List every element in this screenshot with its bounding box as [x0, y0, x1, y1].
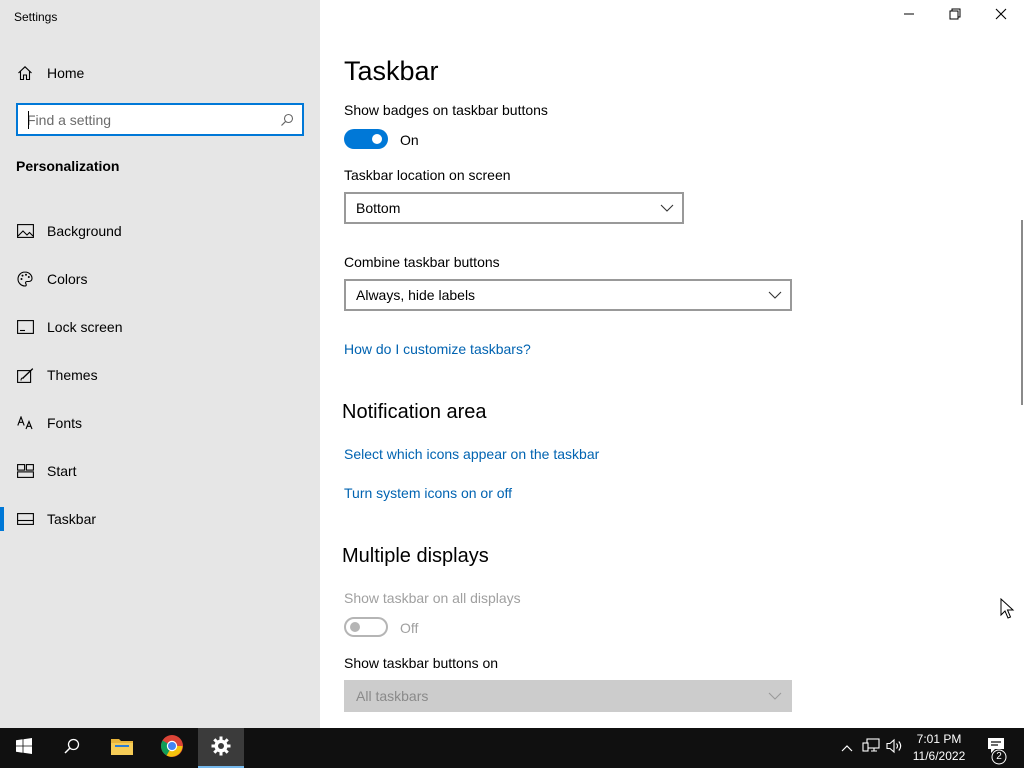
- speaker-icon: [886, 738, 904, 759]
- show-all-displays-toggle[interactable]: [344, 617, 388, 637]
- badges-label: Show badges on taskbar buttons: [344, 102, 548, 118]
- dropdown-value: Bottom: [356, 200, 401, 216]
- chrome-button[interactable]: [148, 728, 196, 768]
- clock-time: 7:01 PM: [916, 732, 962, 746]
- main-content: Taskbar Show badges on taskbar buttons O…: [320, 0, 1024, 728]
- toggle-knob: [372, 134, 382, 144]
- folder-icon: [110, 736, 134, 761]
- close-icon: [995, 7, 1007, 25]
- home-icon: [16, 64, 34, 82]
- text-caret: [28, 111, 29, 129]
- show-all-displays-label: Show taskbar on all displays: [344, 590, 521, 606]
- settings-window: Settings Home Personalization Background: [0, 0, 1024, 728]
- chrome-icon: [160, 734, 184, 763]
- sidebar-item-background[interactable]: Background: [0, 207, 320, 255]
- select-icons-link[interactable]: Select which icons appear on the taskbar: [344, 446, 599, 462]
- buttons-on-label: Show taskbar buttons on: [344, 655, 499, 671]
- volume-button[interactable]: [883, 728, 907, 768]
- settings-taskbar-button[interactable]: [198, 728, 244, 768]
- badges-toggle[interactable]: [344, 129, 388, 149]
- chevron-down-icon: [768, 687, 782, 705]
- dropdown-value: All taskbars: [356, 688, 429, 704]
- multiple-displays-heading: Multiple displays: [342, 545, 489, 567]
- gear-icon: [211, 736, 231, 761]
- system-icons-link[interactable]: Turn system icons on or off: [344, 485, 512, 501]
- palette-icon: [16, 270, 34, 288]
- sidebar-item-label: Home: [47, 65, 85, 81]
- sidebar-item-label: Taskbar: [47, 511, 97, 527]
- page-title: Taskbar: [344, 56, 439, 86]
- customize-taskbars-link[interactable]: How do I customize taskbars?: [344, 341, 531, 357]
- location-label: Taskbar location on screen: [344, 167, 511, 183]
- sidebar-item-label: Start: [47, 463, 77, 479]
- sidebar-item-colors[interactable]: Colors: [0, 255, 320, 303]
- toggle-knob: [350, 622, 360, 632]
- windows-logo-icon: [16, 737, 32, 759]
- app-title: Settings: [14, 10, 58, 24]
- show-all-displays-state: Off: [400, 620, 419, 636]
- combine-label: Combine taskbar buttons: [344, 254, 500, 270]
- show-hidden-icons-button[interactable]: [835, 728, 859, 768]
- network-icon: [862, 737, 880, 759]
- badges-toggle-state: On: [400, 132, 419, 148]
- scrollbar[interactable]: [1021, 220, 1023, 405]
- sidebar-item-lock-screen[interactable]: Lock screen: [0, 303, 320, 351]
- fonts-icon: [16, 414, 34, 432]
- notification-area-heading: Notification area: [342, 401, 487, 423]
- lock-screen-icon: [16, 318, 34, 336]
- start-button[interactable]: [0, 728, 48, 768]
- search-icon: [64, 738, 80, 759]
- sidebar-item-label: Background: [47, 223, 122, 239]
- minimize-icon: [903, 7, 915, 25]
- sidebar-item-start[interactable]: Start: [0, 447, 320, 495]
- notification-count: 2: [996, 751, 1002, 762]
- taskbar: 7:01 PM 11/6/2022: [0, 728, 1024, 768]
- chevron-down-icon: [768, 286, 782, 304]
- buttons-on-dropdown[interactable]: All taskbars: [344, 680, 792, 712]
- minimize-button[interactable]: [886, 0, 932, 32]
- picture-icon: [16, 222, 34, 240]
- sidebar-item-label: Lock screen: [47, 319, 123, 335]
- sidebar-item-label: Colors: [47, 271, 88, 287]
- search-input[interactable]: [18, 105, 272, 134]
- sidebar-item-fonts[interactable]: Fonts: [0, 399, 320, 447]
- clock-date: 11/6/2022: [912, 749, 966, 763]
- dropdown-value: Always, hide labels: [356, 287, 476, 303]
- taskbar-clock[interactable]: 7:01 PM 11/6/2022: [906, 731, 972, 765]
- brush-icon: [16, 366, 34, 384]
- search-icon[interactable]: [272, 113, 302, 127]
- close-button[interactable]: [978, 0, 1024, 32]
- sidebar: Settings Home Personalization Background: [0, 0, 320, 728]
- restore-icon: [949, 7, 961, 25]
- sidebar-item-home[interactable]: Home: [0, 55, 320, 91]
- sidebar-nav: Background Colors Lock screen Themes Fon…: [0, 207, 320, 543]
- start-tiles-icon: [16, 462, 34, 480]
- taskbar-icon: [16, 510, 34, 528]
- sidebar-item-label: Themes: [47, 367, 98, 383]
- network-button[interactable]: [859, 728, 883, 768]
- sidebar-item-label: Fonts: [47, 415, 83, 431]
- location-dropdown[interactable]: Bottom: [344, 192, 684, 224]
- search-box[interactable]: [16, 103, 304, 136]
- mouse-cursor-icon: [1000, 597, 1016, 620]
- chevron-up-icon: [841, 739, 853, 757]
- restore-button[interactable]: [932, 0, 978, 32]
- file-explorer-button[interactable]: [98, 728, 146, 768]
- search-taskbar-button[interactable]: [48, 728, 96, 768]
- chevron-down-icon: [660, 199, 674, 217]
- sidebar-item-themes[interactable]: Themes: [0, 351, 320, 399]
- sidebar-item-taskbar[interactable]: Taskbar: [0, 495, 320, 543]
- section-title: Personalization: [16, 158, 120, 174]
- combine-dropdown[interactable]: Always, hide labels: [344, 279, 792, 311]
